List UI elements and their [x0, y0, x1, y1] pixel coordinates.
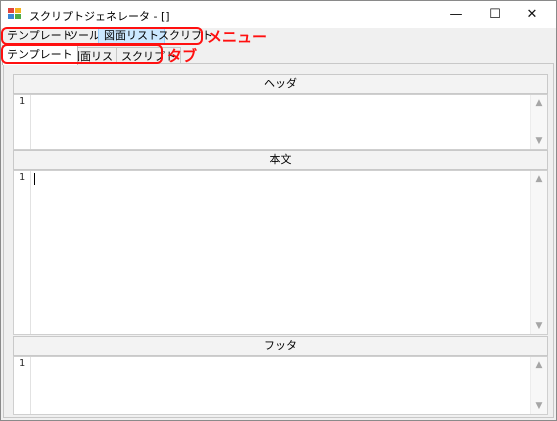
- footer-editor[interactable]: 1 ▲ ▼: [13, 356, 548, 415]
- scroll-down-icon[interactable]: ▼: [531, 319, 547, 333]
- header-editor[interactable]: 1 ▲ ▼: [13, 94, 548, 150]
- footer-section-title: フッタ: [13, 336, 548, 356]
- body-editor[interactable]: 1 ▲ ▼: [13, 170, 548, 335]
- scroll-down-icon[interactable]: ▼: [531, 134, 547, 148]
- line-number: 1: [19, 358, 26, 369]
- scroll-down-icon[interactable]: ▼: [531, 399, 547, 413]
- menu-annotation-box: [1, 27, 203, 45]
- footer-line-gutter: 1: [14, 357, 31, 414]
- maximize-icon[interactable]: ☐: [477, 1, 513, 28]
- title-bar: スクリプトジェネレータ - [] — ☐ ✕: [1, 1, 556, 28]
- menu-annotation-label: メニュー: [207, 28, 268, 46]
- header-scrollbar[interactable]: ▲ ▼: [530, 95, 547, 149]
- app-icon: [8, 8, 22, 20]
- body-section-title: 本文: [13, 150, 548, 170]
- tab-page-template: ヘッダ 1 ▲ ▼ 本文 1 ▲ ▼ フッタ 1 ▲ ▼: [3, 63, 554, 418]
- header-line-gutter: 1: [14, 95, 31, 149]
- tab-annotation-label: タブ: [167, 47, 198, 65]
- line-number: 1: [19, 172, 26, 183]
- body-scrollbar[interactable]: ▲ ▼: [530, 171, 547, 334]
- minimize-icon[interactable]: —: [438, 1, 474, 28]
- footer-scrollbar[interactable]: ▲ ▼: [530, 357, 547, 414]
- scroll-up-icon[interactable]: ▲: [531, 172, 547, 186]
- app-window: スクリプトジェネレータ - [] — ☐ ✕ テンプレート ツール 図面リスト …: [0, 0, 557, 421]
- line-number: 1: [19, 96, 26, 107]
- tab-annotation-box: [1, 44, 163, 64]
- scroll-up-icon[interactable]: ▲: [531, 96, 547, 110]
- text-caret: [34, 173, 35, 185]
- header-section-title: ヘッダ: [13, 74, 548, 94]
- scroll-up-icon[interactable]: ▲: [531, 358, 547, 372]
- window-title: スクリプトジェネレータ - []: [29, 10, 170, 23]
- body-line-gutter: 1: [14, 171, 31, 334]
- close-icon[interactable]: ✕: [514, 1, 550, 28]
